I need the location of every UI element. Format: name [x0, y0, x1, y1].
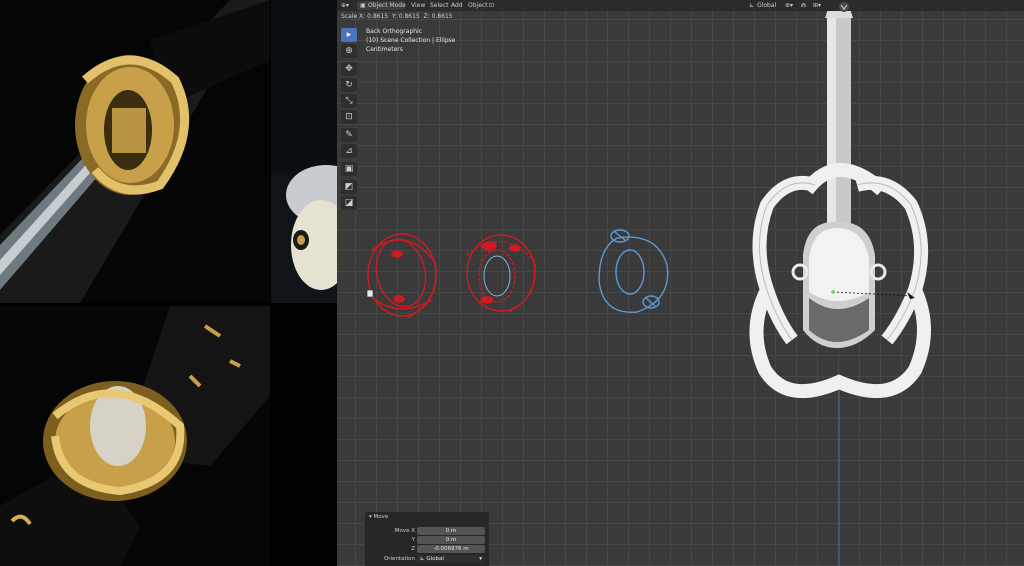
menu-object[interactable]: Object [468, 0, 488, 11]
editor-type-icon[interactable]: ⊕▾ [341, 0, 349, 11]
chevron-down-icon: ▾ [479, 556, 482, 562]
orientation-label: Orientation [383, 556, 415, 562]
move-z-row: Z -0.006976 m [365, 545, 489, 553]
scale-y: Y: 0.8615 [391, 13, 420, 20]
scale-z: Z: 0.8615 [423, 13, 453, 20]
annotate-icon[interactable]: ✎ [341, 128, 357, 142]
cursor-icon[interactable]: ⊕ [341, 44, 357, 58]
extrude-icon[interactable]: ◩ [341, 180, 357, 194]
reference-photo-tsuba-side [271, 0, 337, 303]
pin-icon [366, 289, 374, 298]
move-panel-title: Move [373, 514, 389, 520]
reference-photo-tsuba-top [0, 0, 270, 303]
mode-label: Object Mode [368, 2, 406, 9]
orientation-select[interactable]: ⊾ Global ▾ [417, 555, 485, 563]
scale-icon[interactable]: ⤡ [341, 94, 357, 108]
move-y-row: Y 0 m [365, 536, 489, 544]
menu-add[interactable]: Add [451, 0, 463, 11]
move-z-field[interactable]: -0.006976 m [417, 545, 485, 553]
move-panel-header[interactable]: ▾ Move [369, 514, 388, 520]
scale-readout: Scale X: 0.8615 Y: 0.8615 Z: 0.8615 [341, 13, 453, 20]
measure-icon[interactable]: ⊿ [341, 144, 357, 158]
move-x-field[interactable]: 0 m [417, 527, 485, 535]
adjust-last-operation-panel[interactable]: ▾ Move Move X 0 m Y 0 m Z -0.006976 m Or… [365, 512, 489, 566]
move-y-field[interactable]: 0 m [417, 536, 485, 544]
collection-path: (10) Scene Collection | Ellipse [366, 37, 456, 44]
transform-tool-icon[interactable]: ⊡ [341, 110, 357, 124]
transform-icon[interactable]: ⊡ [489, 0, 494, 11]
orientation-row: Orientation ⊾ Global ▾ [365, 555, 489, 563]
red-sketch-knot-2 [466, 234, 536, 314]
object-mode-icon: ▣ [360, 2, 366, 9]
orientation-dropdown[interactable]: Global [757, 0, 776, 11]
menu-view[interactable]: View [411, 0, 425, 11]
orientation-value: Global [426, 556, 444, 562]
reference-photo-tsuba-bottom [0, 306, 270, 566]
viewport-scene [366, 6, 931, 566]
photo-gap [271, 306, 337, 566]
snap-target-icon[interactable]: ⊞▾ [813, 0, 821, 11]
select-box-icon[interactable]: ▸ [341, 28, 357, 42]
move-z-label: Z [411, 546, 415, 552]
scale-x: Scale X: 0.8615 [341, 13, 389, 20]
red-sketch-knot-1 [367, 233, 437, 319]
global-orientation-icon: ⊾ [749, 2, 755, 9]
add-cube-icon[interactable]: ▣ [341, 162, 357, 176]
pivot-icon[interactable]: ⊛▾ [785, 0, 793, 11]
view-info-overlay: Back Orthographic (10) Scene Collection … [366, 27, 455, 54]
units-label: Centimeters [366, 46, 403, 53]
rotate-icon[interactable]: ↻ [341, 78, 357, 92]
move-x-row: Move X 0 m [365, 527, 489, 535]
navigation-gizmo-icon[interactable] [834, 1, 854, 13]
blue-sketch-knot [598, 229, 669, 313]
move-y-label: Y [411, 537, 415, 543]
magnet-icon[interactable]: ⋒ [801, 0, 806, 11]
move-icon[interactable]: ✥ [341, 62, 357, 76]
tsuba-3d-model [749, 6, 931, 399]
bevel-icon[interactable]: ◪ [341, 196, 357, 210]
view-name: Back Orthographic [366, 28, 423, 35]
menu-select[interactable]: Select [430, 0, 449, 11]
3d-viewport[interactable]: ⊕▾ ▣ Object Mode View Select Add Object … [337, 0, 1024, 566]
viewport-header: ⊕▾ ▣ Object Mode View Select Add Object … [337, 0, 1024, 11]
move-x-label: Move X [394, 528, 415, 534]
